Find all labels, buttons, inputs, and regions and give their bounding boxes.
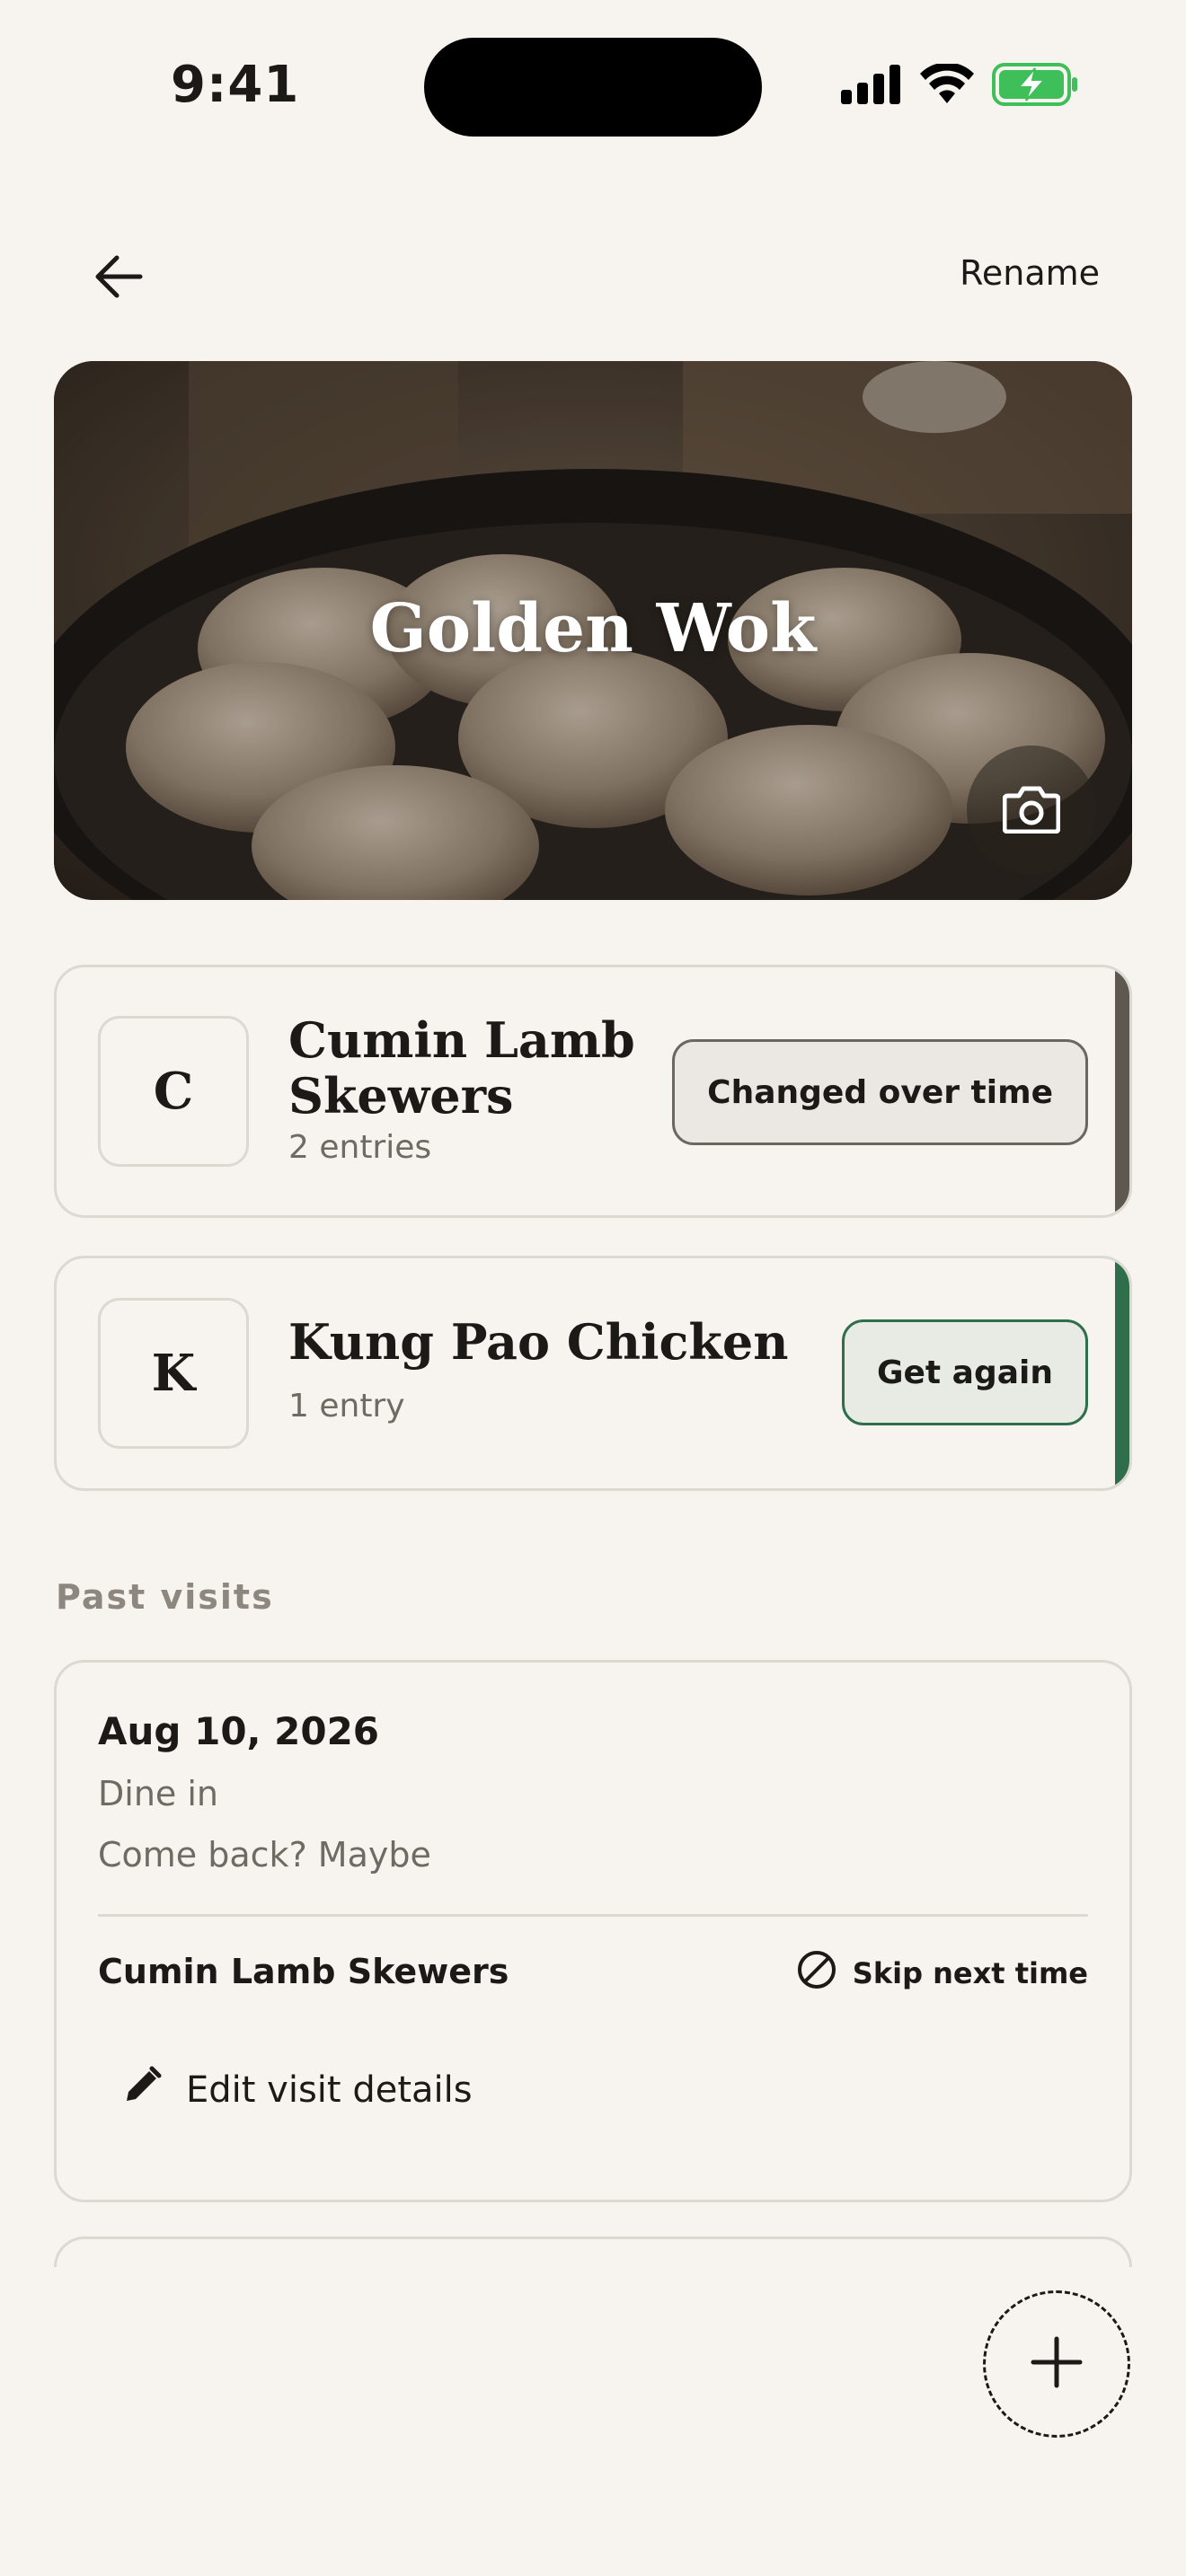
dish-name: Kung Pao Chicken — [288, 1313, 789, 1371]
edit-visit-details-button[interactable]: Edit visit details — [121, 2065, 473, 2115]
get-again-badge[interactable]: Get again — [841, 1319, 1088, 1425]
restaurant-name: Golden Wok — [369, 590, 817, 667]
status-bar: 9:41 — [0, 0, 1186, 171]
restaurant-hero-image: Golden Wok — [54, 361, 1132, 900]
dish-accent-bar — [1115, 1258, 1129, 1488]
change-photo-button[interactable] — [967, 745, 1096, 875]
dish-entries-count: 2 entries — [288, 1129, 432, 1166]
dish-avatar: C — [98, 1016, 249, 1167]
visit-date: Aug 10, 2026 — [98, 1709, 380, 1753]
dish-name-line-2: Skewers — [288, 1067, 514, 1125]
dynamic-island — [424, 38, 762, 137]
changed-over-time-badge[interactable]: Changed over time — [672, 1039, 1088, 1145]
dish-name-line-1: Cumin Lamb — [288, 1011, 635, 1069]
past-visits-heading: Past visits — [56, 1577, 274, 1617]
dish-entries-count: 1 entry — [288, 1388, 405, 1425]
status-time: 9:41 — [171, 56, 300, 114]
visit-card: Aug 10, 2026 Dine in Come back? Maybe Cu… — [54, 1660, 1132, 2202]
visit-type: Dine in — [98, 1774, 219, 1813]
skip-next-time-tag[interactable]: Skip next time — [797, 1950, 1088, 1997]
status-icons — [841, 62, 1078, 110]
dish-accent-bar — [1115, 967, 1129, 1215]
visit-divider — [98, 1914, 1088, 1917]
visit-dish-name: Cumin Lamb Skewers — [98, 1952, 509, 1991]
rename-button[interactable]: Rename — [960, 253, 1100, 293]
skip-next-time-label: Skip next time — [852, 1956, 1088, 1990]
plus-icon — [1030, 2335, 1084, 2393]
visit-come-back: Come back? Maybe — [98, 1835, 431, 1875]
wifi-icon — [920, 62, 974, 109]
add-visit-button[interactable] — [983, 2290, 1130, 2438]
dish-avatar: K — [98, 1298, 249, 1449]
back-button[interactable] — [83, 243, 155, 314]
dish-name: Cumin Lamb Skewers — [288, 1012, 635, 1124]
arrow-left-icon — [93, 254, 144, 303]
edit-visit-details-label: Edit visit details — [186, 2069, 473, 2111]
cellular-signal-icon — [841, 65, 902, 108]
dish-card-cumin-lamb-skewers[interactable]: C Cumin Lamb Skewers 2 entries Changed o… — [54, 965, 1132, 1218]
camera-icon — [1002, 783, 1061, 837]
dish-card-kung-pao-chicken[interactable]: K Kung Pao Chicken 1 entry Get again — [54, 1256, 1132, 1491]
battery-charging-icon — [992, 63, 1078, 110]
prohibited-icon — [797, 1950, 836, 1997]
pencil-icon — [121, 2065, 163, 2115]
